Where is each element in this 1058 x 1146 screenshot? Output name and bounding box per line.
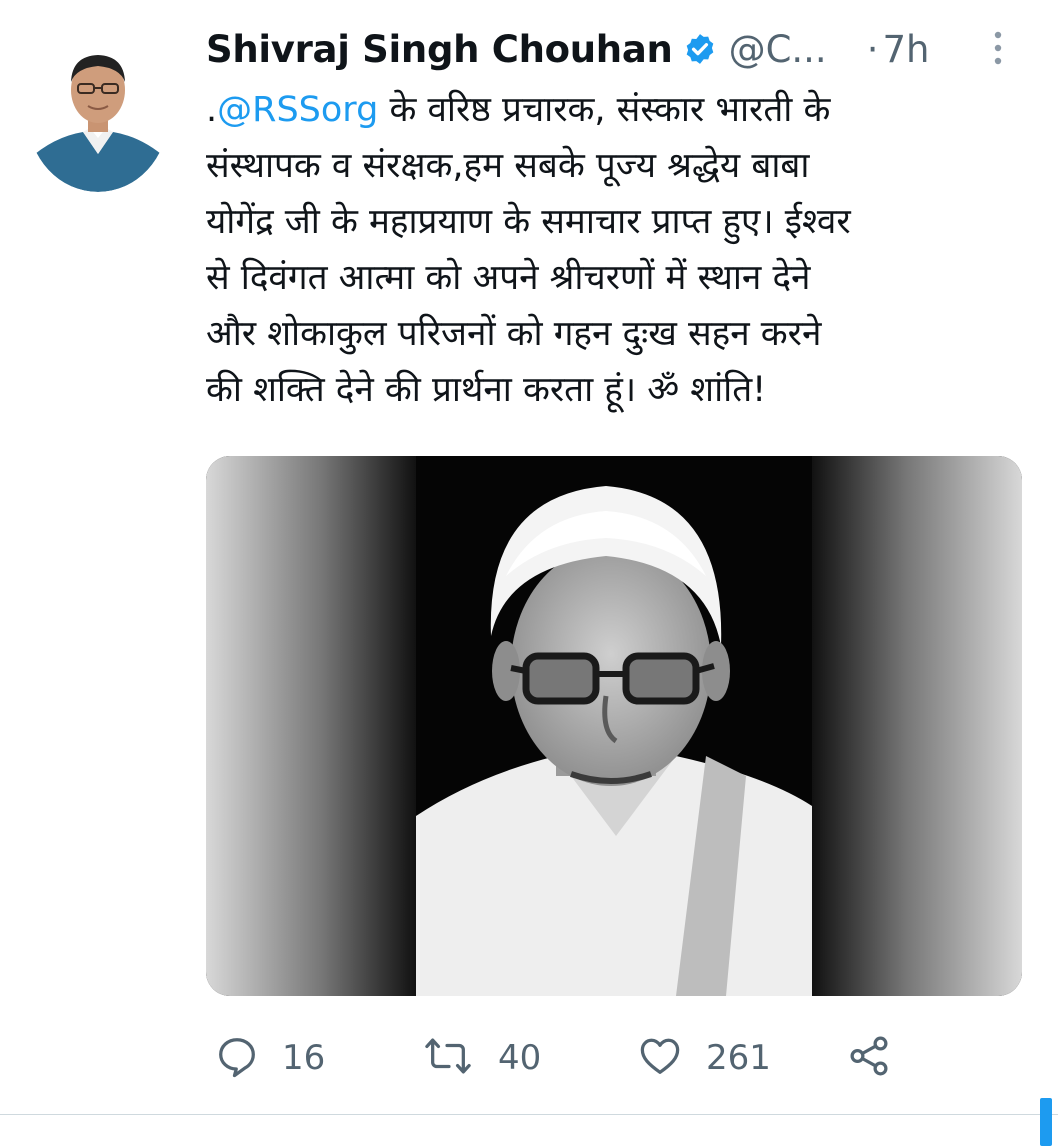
share-icon	[846, 1033, 892, 1083]
tweet-text-line: संस्थापक व संरक्षक,हम सबके पूज्य श्रद्धे…	[206, 146, 810, 186]
reply-count: 16	[282, 1038, 326, 1078]
text-segment: के वरिष्ठ प्रचारक, संस्कार भारती के	[378, 90, 831, 130]
author-name[interactable]: Shivraj Singh Chouhan	[206, 28, 673, 71]
tweet-timestamp[interactable]: 7h	[882, 28, 929, 71]
tweet-text-line: योगेंद्र जी के महाप्रयाण के समाचार प्राप…	[206, 202, 851, 242]
author-handle[interactable]: @C...	[729, 28, 827, 71]
tweet-text-line: .@RSSorg के वरिष्ठ प्रचारक, संस्कार भारत…	[206, 82, 1026, 138]
retweet-icon	[420, 1033, 476, 1083]
mention-link[interactable]: @RSSorg	[217, 90, 378, 130]
verified-badge-icon	[683, 32, 717, 66]
retweet-button[interactable]: 40	[420, 1030, 541, 1086]
tweet-header: Shivraj Singh Chouhan @C... · 7h	[206, 24, 929, 74]
heart-icon	[636, 1033, 684, 1083]
share-button[interactable]	[846, 1030, 892, 1086]
scrollbar[interactable]	[1040, 1098, 1052, 1146]
text-prefix: .	[206, 90, 218, 130]
separator-dot: ·	[866, 27, 879, 71]
retweet-count: 40	[498, 1038, 542, 1078]
tweet-actions: 16 40 261	[206, 1030, 926, 1086]
reply-button[interactable]: 16	[214, 1030, 325, 1086]
tweet-text: .@RSSorg के वरिष्ठ प्रचारक, संस्कार भारत…	[206, 82, 1026, 418]
avatar[interactable]	[28, 42, 168, 192]
divider	[0, 1114, 1058, 1115]
like-count: 261	[706, 1038, 771, 1078]
tweet-image[interactable]	[206, 456, 1022, 996]
tweet-text-line: और शोकाकुल परिजनों को गहन दुःख सहन करने	[206, 314, 822, 354]
more-vertical-icon[interactable]	[988, 30, 1008, 66]
tweet-text-line: की शक्ति देने की प्रार्थना करता हूं। ॐ श…	[206, 370, 767, 410]
like-button[interactable]: 261	[636, 1030, 771, 1086]
tweet-text-line: से दिवंगत आत्मा को अपने श्रीचरणों में स्…	[206, 258, 811, 298]
reply-icon	[214, 1033, 260, 1083]
